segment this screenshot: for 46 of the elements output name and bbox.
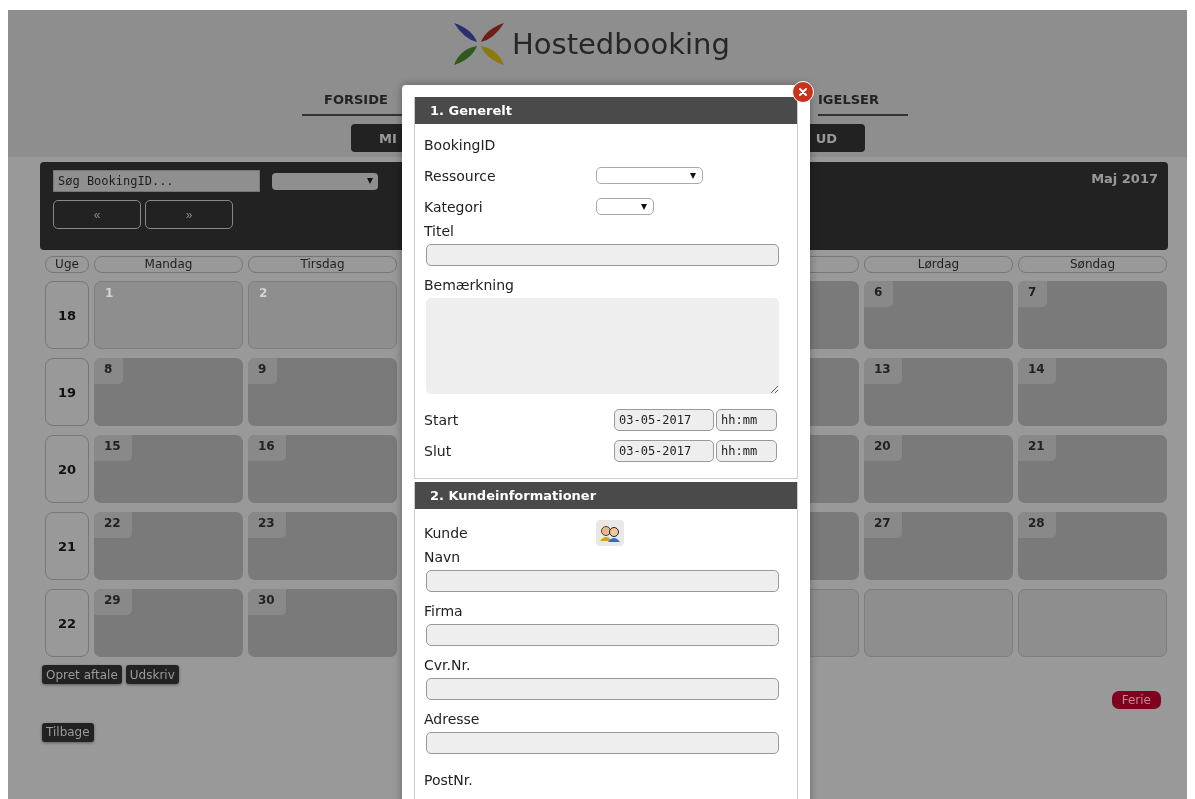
field-label: Slut — [424, 442, 452, 459]
field-label: Navn — [424, 549, 462, 565]
day-number: 6 — [864, 281, 894, 307]
day-number: 28 — [1018, 512, 1056, 538]
field-label: Firma — [424, 603, 464, 619]
day-number: 23 — [248, 512, 286, 538]
day-number: 21 — [1018, 435, 1056, 461]
weekday-heading: Søndag — [1018, 256, 1167, 273]
week-number: 22 — [45, 589, 89, 657]
field-label: Adresse — [424, 711, 481, 727]
week-number: 20 — [45, 435, 89, 503]
day-number: 8 — [94, 358, 124, 384]
day-number: 29 — [94, 589, 132, 615]
day-number: 1 — [104, 285, 115, 302]
weekday-heading: Mandag — [94, 256, 243, 273]
brand-name: Hostedbooking — [512, 27, 730, 61]
day-number: 7 — [1018, 281, 1048, 307]
day-number: 27 — [864, 512, 902, 538]
weekday-heading: Lørdag — [864, 256, 1013, 273]
field-label: Ressource — [424, 167, 497, 184]
weekday-heading: Tirsdag — [248, 256, 397, 273]
day-number: 22 — [94, 512, 132, 538]
day-number: 9 — [248, 358, 278, 384]
day-number: 15 — [94, 435, 132, 461]
legend-tag: Ferie — [1111, 691, 1161, 709]
month-title: Maj 2017 — [1091, 170, 1158, 188]
day-number: 14 — [1018, 358, 1056, 384]
field-label: Titel — [424, 223, 455, 239]
field-label: PostNr. — [424, 771, 473, 788]
field-label: Kategori — [424, 198, 484, 215]
field-label: Cvr.Nr. — [424, 657, 472, 673]
day-number: 30 — [248, 589, 286, 615]
day-number: 20 — [864, 435, 902, 461]
week-number: 19 — [45, 358, 89, 426]
section-header: 2. Kundeinformationer — [415, 482, 797, 509]
week-number: 18 — [45, 281, 89, 349]
field-label: Bemærkning — [424, 277, 515, 293]
field-label: Kunde — [424, 524, 469, 541]
day-number: 13 — [864, 358, 902, 384]
field-label: BookingID — [424, 136, 496, 153]
section-header: 1. Generelt — [415, 97, 797, 124]
week-number: 21 — [45, 512, 89, 580]
field-label: Start — [424, 411, 459, 428]
week-heading: Uge — [45, 256, 89, 273]
day-number: 2 — [258, 285, 269, 302]
day-number: 16 — [248, 435, 286, 461]
